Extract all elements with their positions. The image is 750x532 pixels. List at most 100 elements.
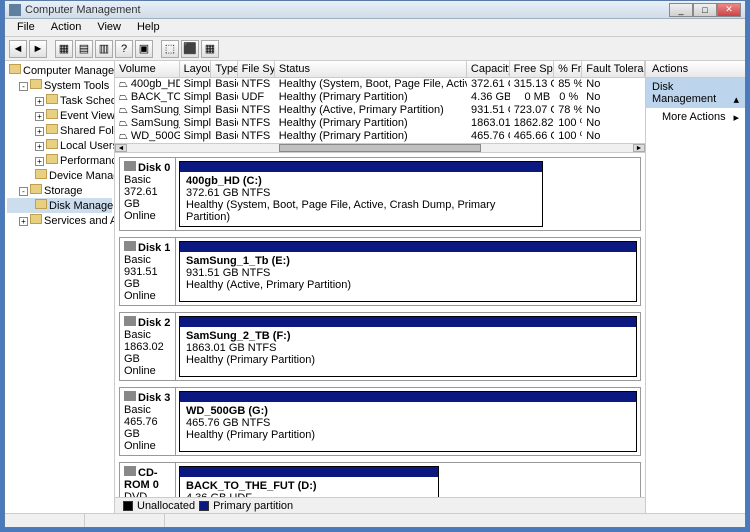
legend-primary: Primary partition xyxy=(213,500,293,512)
expand-icon[interactable]: + xyxy=(35,142,44,151)
scroll-left-icon[interactable]: ◄ xyxy=(115,144,127,152)
disk-icon xyxy=(124,391,136,401)
disk-row[interactable]: Disk 0Basic372.61 GBOnline400gb_HD (C:)3… xyxy=(119,157,641,231)
expand-icon[interactable]: + xyxy=(35,97,44,106)
tree-performance[interactable]: +Performance xyxy=(7,153,112,168)
disk-volume[interactable]: 400gb_HD (C:)372.61 GB NTFSHealthy (Syst… xyxy=(179,161,543,227)
toolbar-icon[interactable]: ▥ xyxy=(95,40,113,58)
menubar: File Action View Help xyxy=(5,19,745,37)
disk-volume[interactable]: WD_500GB (G:)465.76 GB NTFSHealthy (Prim… xyxy=(179,391,637,452)
forward-button[interactable]: ► xyxy=(29,40,47,58)
col-pfree[interactable]: % Free xyxy=(554,61,582,77)
tree-system-tools[interactable]: -System Tools xyxy=(7,78,112,93)
device-icon xyxy=(35,169,47,179)
chevron-up-icon: ▴ xyxy=(733,93,739,106)
toolbar-icon[interactable]: ? xyxy=(115,40,133,58)
disk-graphical-pane[interactable]: Disk 0Basic372.61 GBOnline400gb_HD (C:)3… xyxy=(115,153,645,497)
disk-info: CD-ROM 0DVD4.36 GBOnline xyxy=(120,463,176,497)
disk-row[interactable]: Disk 3Basic465.76 GBOnlineWD_500GB (G:)4… xyxy=(119,387,641,456)
tree-disk-management[interactable]: Disk Management xyxy=(7,198,112,213)
col-layout[interactable]: Layout xyxy=(180,61,212,77)
disk-info: Disk 3Basic465.76 GBOnline xyxy=(120,388,176,455)
expand-icon[interactable]: + xyxy=(19,217,28,226)
scroll-thumb[interactable] xyxy=(279,144,481,152)
toolbar-icon[interactable]: ▤ xyxy=(75,40,93,58)
toolbar-icon[interactable]: ▣ xyxy=(135,40,153,58)
tree-event-viewer[interactable]: +Event Viewer xyxy=(7,108,112,123)
app-icon xyxy=(9,4,21,16)
toolbar-icon[interactable]: ⬛ xyxy=(181,40,199,58)
volume-row[interactable]: ⏢ SamSung_2_TB (F:)SimpleBasicNTFSHealth… xyxy=(115,117,645,130)
folder-icon xyxy=(46,109,58,119)
disk-volume[interactable]: SamSung_2_TB (F:)1863.01 GB NTFSHealthy … xyxy=(179,316,637,377)
toolbar-icon[interactable]: ▦ xyxy=(55,40,73,58)
tree-local-users[interactable]: +Local Users and Groups xyxy=(7,138,112,153)
volume-row[interactable]: ⏢ SamSung_1_Tb (E:)SimpleBasicNTFSHealth… xyxy=(115,104,645,117)
col-status[interactable]: Status xyxy=(275,61,467,77)
action-disk-management[interactable]: Disk Management▴ xyxy=(646,78,745,108)
tree-services[interactable]: +Services and Applications xyxy=(7,213,112,228)
legend-swatch-primary xyxy=(199,501,209,511)
menu-file[interactable]: File xyxy=(9,19,43,36)
col-type[interactable]: Type xyxy=(211,61,237,77)
tree-device-manager[interactable]: Device Manager xyxy=(7,168,112,183)
folder-icon xyxy=(46,124,58,134)
folder-icon xyxy=(30,214,42,224)
col-capacity[interactable]: Capacity xyxy=(467,61,510,77)
disk-row[interactable]: CD-ROM 0DVD4.36 GBOnlineBACK_TO_THE_FUT … xyxy=(119,462,641,497)
expand-icon[interactable]: + xyxy=(35,127,44,136)
disk-icon xyxy=(124,316,136,326)
legend-unallocated: Unallocated xyxy=(137,500,195,512)
col-fs[interactable]: File System xyxy=(238,61,275,77)
actions-header: Actions xyxy=(646,61,745,78)
disk-volume[interactable]: BACK_TO_THE_FUT (D:)4.36 GB UDFHealthy (… xyxy=(179,466,439,497)
legend-swatch-unallocated xyxy=(123,501,133,511)
toolbar: ◄ ► ▦ ▤ ▥ ? ▣ ⬚ ⬛ ▦ xyxy=(5,37,745,61)
action-more[interactable]: More Actions▸ xyxy=(646,108,745,126)
disk-icon xyxy=(124,466,136,476)
back-button[interactable]: ◄ xyxy=(9,40,27,58)
maximize-button[interactable]: □ xyxy=(693,3,717,17)
volume-list[interactable]: ⏢ 400gb_HD (C:)SimpleBasicNTFSHealthy (S… xyxy=(115,78,645,143)
menu-view[interactable]: View xyxy=(89,19,129,36)
disk-row[interactable]: Disk 2Basic1863.02 GBOnlineSamSung_2_TB … xyxy=(119,312,641,381)
menu-help[interactable]: Help xyxy=(129,19,168,36)
disk-icon xyxy=(124,161,136,171)
toolbar-icon[interactable]: ▦ xyxy=(201,40,219,58)
folder-icon xyxy=(46,94,58,104)
legend: Unallocated Primary partition xyxy=(115,497,645,513)
tree-task-scheduler[interactable]: +Task Scheduler xyxy=(7,93,112,108)
tree-pane[interactable]: Computer Management (Local -System Tools… xyxy=(5,61,115,513)
toolbar-icon[interactable]: ⬚ xyxy=(161,40,179,58)
volume-row[interactable]: ⏢ WD_500GB (G:)SimpleBasicNTFSHealthy (P… xyxy=(115,130,645,143)
window-title: Computer Management xyxy=(25,4,669,16)
disk-icon xyxy=(35,199,47,209)
minimize-button[interactable]: _ xyxy=(669,3,693,17)
scroll-right-icon[interactable]: ► xyxy=(633,144,645,152)
disk-info: Disk 0Basic372.61 GBOnline xyxy=(120,158,176,230)
volume-row[interactable]: ⏢ 400gb_HD (C:)SimpleBasicNTFSHealthy (S… xyxy=(115,78,645,91)
col-free[interactable]: Free Space xyxy=(510,61,555,77)
expand-icon[interactable]: + xyxy=(35,157,44,166)
volume-header: Volume Layout Type File System Status Ca… xyxy=(115,61,645,78)
close-button[interactable]: ✕ xyxy=(717,3,741,17)
menu-action[interactable]: Action xyxy=(43,19,90,36)
folder-icon xyxy=(30,184,42,194)
col-fault[interactable]: Fault Tolerance xyxy=(582,61,645,77)
folder-icon xyxy=(46,154,58,164)
collapse-icon[interactable]: - xyxy=(19,82,28,91)
actions-pane: Actions Disk Management▴ More Actions▸ xyxy=(645,61,745,513)
disk-info: Disk 1Basic931.51 GBOnline xyxy=(120,238,176,305)
col-volume[interactable]: Volume xyxy=(115,61,180,77)
tree-shared-folders[interactable]: +Shared Folders xyxy=(7,123,112,138)
tree-storage[interactable]: -Storage xyxy=(7,183,112,198)
chevron-right-icon: ▸ xyxy=(733,111,739,124)
horizontal-scrollbar[interactable]: ◄ ► xyxy=(115,143,645,153)
disk-volume[interactable]: SamSung_1_Tb (E:)931.51 GB NTFSHealthy (… xyxy=(179,241,637,302)
collapse-icon[interactable]: - xyxy=(19,187,28,196)
disk-row[interactable]: Disk 1Basic931.51 GBOnlineSamSung_1_Tb (… xyxy=(119,237,641,306)
titlebar: Computer Management _ □ ✕ xyxy=(5,1,745,19)
tree-root[interactable]: Computer Management (Local xyxy=(7,63,112,78)
expand-icon[interactable]: + xyxy=(35,112,44,121)
volume-row[interactable]: ⏢ BACK_TO_THE_F...SimpleBasicUDFHealthy … xyxy=(115,91,645,104)
